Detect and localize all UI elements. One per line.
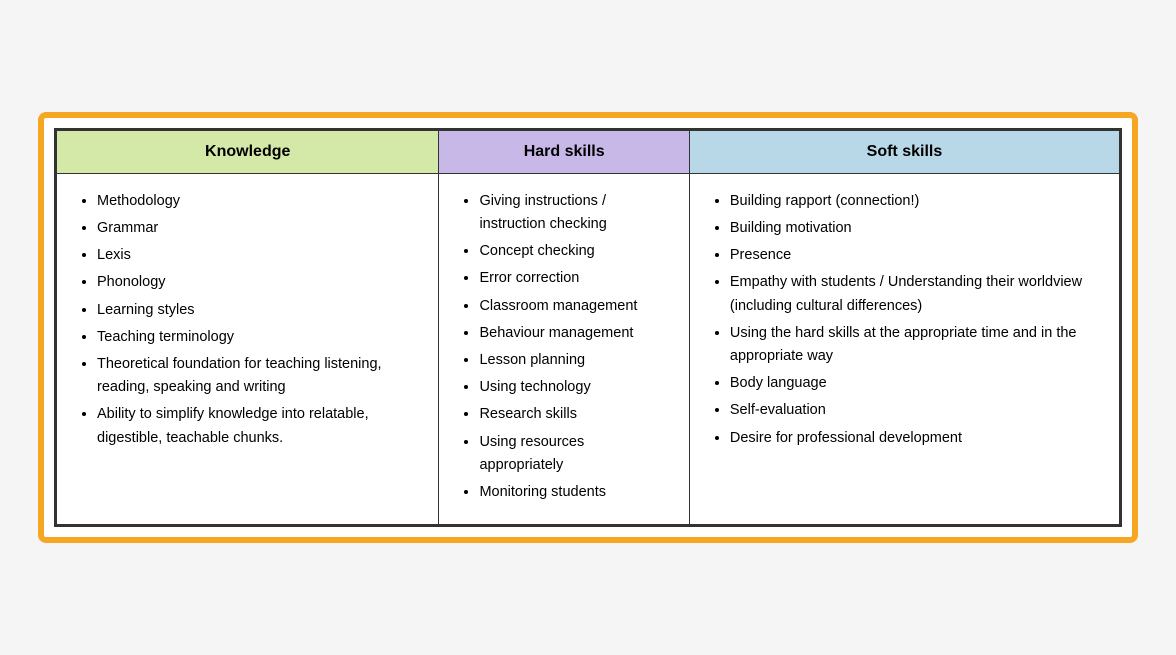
hard-skills-list: Giving instructions / instruction checki… (459, 190, 668, 504)
list-item: Methodology (97, 190, 418, 213)
list-item: Ability to simplify knowledge into relat… (97, 403, 418, 449)
table-wrapper: Knowledge Hard skills Soft skills Method… (54, 128, 1122, 527)
header-soft-skills: Soft skills (689, 130, 1119, 173)
header-hard-skills: Hard skills (439, 130, 689, 173)
soft-skills-cell: Building rapport (connection!) Building … (689, 173, 1119, 524)
skills-table: Knowledge Hard skills Soft skills Method… (56, 130, 1120, 525)
list-item: Body language (730, 372, 1099, 395)
list-item: Research skills (479, 403, 668, 426)
list-item: Classroom management (479, 295, 668, 318)
list-item: Empathy with students / Understanding th… (730, 271, 1099, 317)
list-item: Using resources appropriately (479, 431, 668, 477)
list-item: Presence (730, 244, 1099, 267)
list-item: Using the hard skills at the appropriate… (730, 322, 1099, 368)
list-item: Giving instructions / instruction checki… (479, 190, 668, 236)
list-item: Concept checking (479, 240, 668, 263)
list-item: Lexis (97, 244, 418, 267)
knowledge-cell: Methodology Grammar Lexis Phonology Lear… (57, 173, 439, 524)
list-item: Learning styles (97, 299, 418, 322)
header-knowledge: Knowledge (57, 130, 439, 173)
list-item: Teaching terminology (97, 326, 418, 349)
list-item: Building rapport (connection!) (730, 190, 1099, 213)
soft-skills-list: Building rapport (connection!) Building … (710, 190, 1099, 450)
list-item: Lesson planning (479, 349, 668, 372)
hard-skills-cell: Giving instructions / instruction checki… (439, 173, 689, 524)
list-item: Using technology (479, 376, 668, 399)
list-item: Theoretical foundation for teaching list… (97, 353, 418, 399)
list-item: Behaviour management (479, 322, 668, 345)
list-item: Grammar (97, 217, 418, 240)
outer-border: Knowledge Hard skills Soft skills Method… (38, 112, 1138, 543)
list-item: Error correction (479, 267, 668, 290)
knowledge-list: Methodology Grammar Lexis Phonology Lear… (77, 190, 418, 450)
list-item: Desire for professional development (730, 427, 1099, 450)
list-item: Monitoring students (479, 481, 668, 504)
list-item: Building motivation (730, 217, 1099, 240)
list-item: Self-evaluation (730, 399, 1099, 422)
list-item: Phonology (97, 271, 418, 294)
